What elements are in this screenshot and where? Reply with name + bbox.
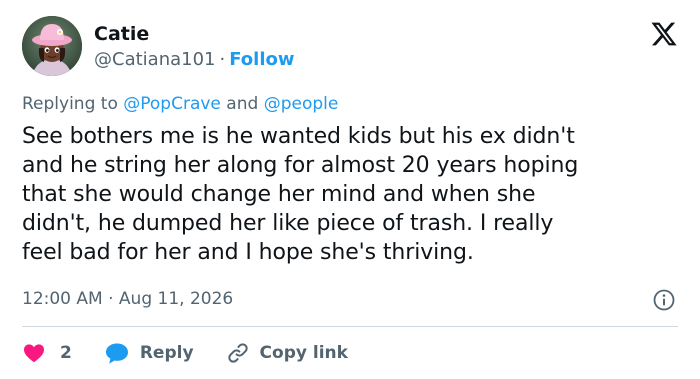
- like-button[interactable]: 2: [22, 341, 72, 365]
- like-count: 2: [60, 343, 72, 363]
- tweet-text-line: See bothers me is he wanted kids but his…: [22, 124, 575, 149]
- mention-people[interactable]: @people: [264, 94, 339, 114]
- reply-label: Reply: [139, 343, 194, 363]
- link-icon: [227, 343, 248, 363]
- handle-separator: ·: [219, 49, 226, 70]
- info-icon[interactable]: [652, 288, 676, 312]
- heart-icon: [24, 344, 44, 363]
- timestamp-separator: ·: [108, 289, 114, 309]
- tweet-text-line: didn't, he dumped her like piece of tras…: [22, 211, 554, 236]
- reply-button[interactable]: Reply: [104, 341, 194, 365]
- handle-row: @Catiana101 · Follow: [94, 48, 295, 72]
- reply-prefix: Replying to: [22, 94, 118, 114]
- mention-popcrave[interactable]: @PopCrave: [123, 94, 221, 114]
- x-logo-icon[interactable]: [650, 20, 678, 48]
- follow-button[interactable]: Follow: [229, 49, 294, 70]
- tweet-date: Aug 11, 2026: [118, 289, 234, 309]
- handle[interactable]: @Catiana101: [94, 49, 215, 70]
- action-bar: 2 Reply Copy link: [22, 338, 380, 368]
- tweet-text-line: that she would change her mind and when …: [22, 182, 536, 207]
- tweet-time: 12:00 AM: [22, 289, 103, 309]
- tweet-text: See bothers me is he wanted kids but his…: [22, 122, 682, 267]
- avatar[interactable]: [22, 16, 82, 76]
- reply-context: Replying to @PopCrave and @people: [22, 93, 338, 115]
- copy-link-button[interactable]: Copy link: [226, 341, 348, 365]
- divider: [22, 326, 678, 327]
- tweet-card: Catie @Catiana101 · Follow Replying to @Po…: [0, 0, 700, 379]
- speech-bubble-icon: [105, 343, 128, 364]
- author-block: Catie @Catiana101 · Follow: [94, 22, 295, 72]
- tweet-text-line: feel bad for her and I hope she's thrivi…: [22, 240, 474, 265]
- display-name[interactable]: Catie: [94, 22, 295, 46]
- copy-link-label: Copy link: [259, 343, 348, 363]
- tweet-text-line: and he string her along for almost 20 ye…: [22, 153, 579, 178]
- reply-joiner: and: [226, 94, 259, 114]
- timestamp[interactable]: 12:00 AM · Aug 11, 2026: [22, 288, 233, 310]
- cartoon-girl-pink-hat-avatar-icon: [22, 16, 82, 76]
